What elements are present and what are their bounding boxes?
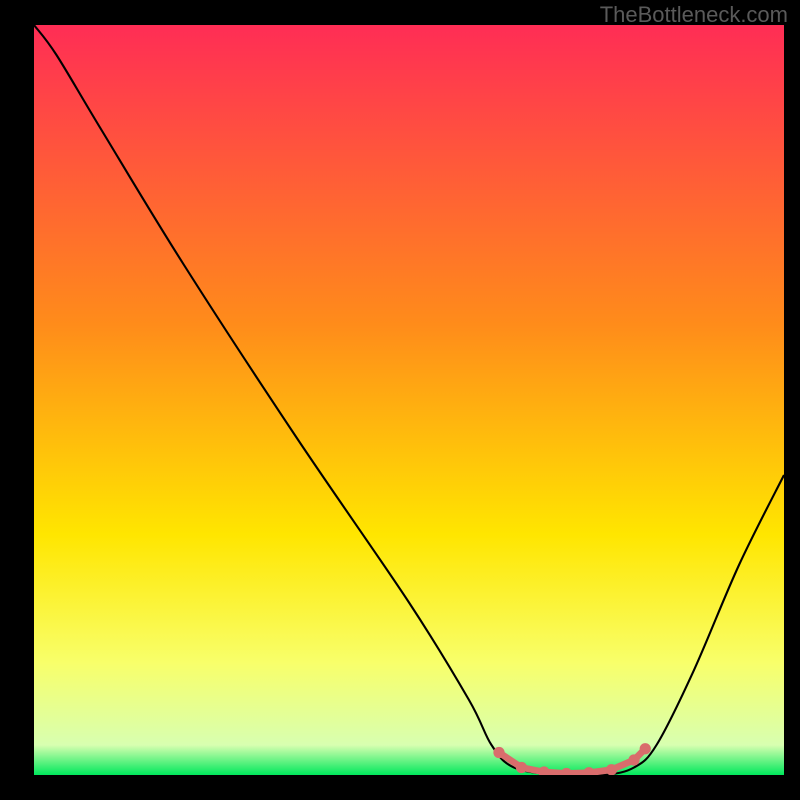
watermark-text: TheBottleneck.com: [600, 2, 788, 28]
optimal-marker-dot: [538, 766, 549, 775]
bottleneck-curve-line: [34, 25, 784, 775]
optimal-marker-dot: [606, 764, 617, 775]
optimal-marker-dot: [628, 754, 639, 765]
optimal-marker-dot: [493, 747, 504, 758]
optimal-marker-dot: [561, 768, 572, 775]
chart-curve: [34, 25, 784, 775]
optimal-marker-dot: [516, 762, 527, 773]
optimal-marker-dot: [640, 743, 651, 754]
optimal-marker-dot: [583, 767, 594, 775]
chart-plot-area: [34, 25, 784, 775]
